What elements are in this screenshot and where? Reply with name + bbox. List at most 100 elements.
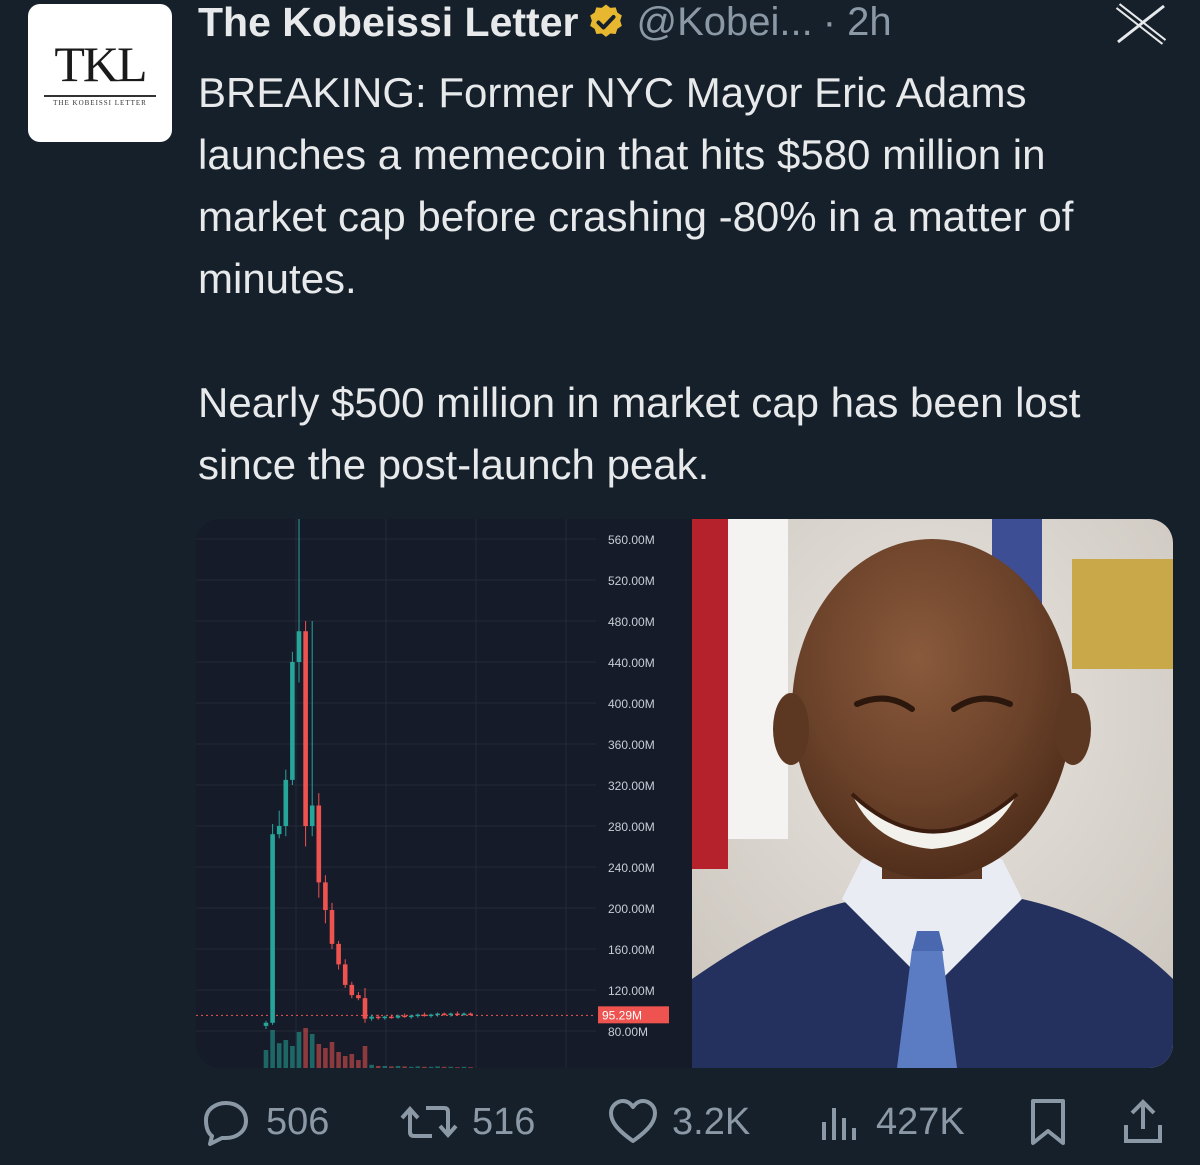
candle-body — [422, 1014, 427, 1017]
volume-bar — [270, 1030, 275, 1068]
share-icon — [1124, 1099, 1162, 1143]
volume-bar — [395, 1066, 401, 1068]
volume-bar — [303, 1028, 308, 1068]
candle-body — [408, 1015, 414, 1018]
candle-body — [455, 1013, 460, 1016]
volume-bar — [342, 1056, 348, 1068]
x-logo-icon[interactable] — [1112, 2, 1170, 46]
volume-bar — [428, 1066, 434, 1068]
volume-bar — [461, 1066, 467, 1068]
candle-body — [296, 631, 302, 662]
volume-bar — [422, 1066, 427, 1068]
candle-body — [369, 1016, 374, 1019]
candle-body — [349, 984, 355, 996]
y-tick-label: 360.00M — [608, 738, 655, 752]
y-tick-label: 120.00M — [608, 984, 655, 998]
volume-bar — [455, 1067, 460, 1068]
candle-body — [448, 1013, 454, 1016]
candle-body — [461, 1013, 467, 1016]
volume-bar — [362, 1046, 368, 1068]
candle-body — [276, 826, 282, 835]
tweet-media[interactable]: 560.00M 520.00M 480.00M 440.00M 400.00M 360.0… — [196, 519, 1173, 1068]
y-tick-label: 240.00M — [608, 861, 655, 875]
portrait-image — [692, 519, 1173, 1068]
y-tick-label: 400.00M — [608, 697, 655, 711]
candle-body — [323, 882, 328, 911]
volume-bar — [290, 1046, 295, 1068]
candle-body — [290, 662, 295, 780]
candle-body — [402, 1015, 407, 1018]
volume-bar — [263, 1050, 269, 1068]
author-name[interactable]: The Kobeissi Letter — [198, 0, 578, 46]
volume-bar — [415, 1066, 421, 1068]
candle-body — [389, 1016, 394, 1019]
volume-bar — [329, 1042, 335, 1068]
repost-count: 516 — [472, 1100, 536, 1143]
candle-body — [283, 779, 289, 826]
views-button[interactable]: 427K — [816, 1092, 965, 1152]
volume-bar — [435, 1066, 440, 1068]
candle-body — [303, 631, 308, 826]
reply-count: 506 — [266, 1100, 330, 1143]
volume-bar — [441, 1066, 447, 1068]
reply-button[interactable]: 506 — [196, 1092, 329, 1152]
bookmark-button[interactable] — [1026, 1092, 1082, 1152]
volume-bar — [296, 1032, 302, 1068]
avatar-subtitle: THE KOBEISSI LETTER — [53, 99, 147, 107]
candle-body — [441, 1013, 447, 1016]
bookmark-icon — [1031, 1099, 1065, 1145]
volume-bar — [375, 1066, 381, 1068]
candle-body — [342, 964, 348, 985]
volume-bar — [402, 1066, 407, 1068]
tweet-paragraph-1: BREAKING: Former NYC Mayor Eric Adams la… — [198, 69, 1074, 302]
volume-bar — [276, 1043, 282, 1068]
volume-bar — [408, 1066, 414, 1068]
heart-icon — [609, 1099, 657, 1143]
y-tick-label: 440.00M — [608, 656, 655, 670]
author-avatar[interactable]: TKL THE KOBEISSI LETTER — [28, 4, 172, 142]
tweet-header: The Kobeissi Letter @Kobei... · 2h — [198, 0, 892, 46]
candlestick-chart: 560.00M 520.00M 480.00M 440.00M 400.00M 360.0… — [196, 519, 669, 1068]
y-tick-label: 320.00M — [608, 779, 655, 793]
share-button[interactable] — [1120, 1092, 1178, 1152]
reply-icon — [204, 1101, 248, 1146]
candle-body — [309, 805, 315, 826]
candle-body — [375, 1016, 381, 1019]
current-price-label: 95.29M — [602, 1008, 642, 1022]
candle-body — [435, 1013, 440, 1016]
market-cap-chart[interactable]: 560.00M 520.00M 480.00M 440.00M 400.00M 360.0… — [196, 519, 692, 1068]
candle-body — [329, 910, 335, 944]
tweet-text: BREAKING: Former NYC Mayor Eric Adams la… — [198, 62, 1178, 496]
volume-bar — [316, 1044, 322, 1068]
y-tick-label: 80.00M — [608, 1025, 648, 1039]
y-tick-label: 560.00M — [608, 533, 655, 547]
volume-bar — [309, 1034, 315, 1068]
like-button[interactable]: 3.2K — [606, 1092, 750, 1152]
verified-badge-icon — [590, 4, 623, 37]
y-tick-label: 160.00M — [608, 943, 655, 957]
y-tick-label: 520.00M — [608, 574, 655, 588]
avatar-divider — [44, 95, 156, 97]
volume-bar — [448, 1066, 454, 1068]
tweet-timestamp[interactable]: · 2h — [823, 0, 892, 45]
avatar-monogram: TKL — [54, 36, 147, 92]
candle-body — [468, 1013, 473, 1016]
repost-button[interactable]: 516 — [398, 1092, 535, 1152]
volume-bar — [323, 1048, 328, 1068]
volume-bar — [283, 1040, 289, 1068]
candle-body — [270, 834, 275, 1023]
tweet-paragraph-2: Nearly $500 million in market cap has be… — [198, 379, 1081, 488]
author-handle[interactable]: @Kobei... — [636, 0, 812, 45]
repost-icon — [400, 1105, 458, 1139]
volume-bar — [349, 1054, 355, 1068]
candle-body — [316, 805, 322, 883]
portrait-photo[interactable] — [692, 519, 1173, 1068]
candle-body — [336, 943, 341, 965]
candle-body — [263, 1022, 269, 1026]
candle-body — [356, 995, 361, 999]
y-tick-label: 480.00M — [608, 615, 655, 629]
volume-bar — [356, 1060, 361, 1068]
candle-body — [395, 1015, 401, 1018]
volume-bar — [389, 1066, 394, 1068]
volume-bar — [468, 1067, 473, 1068]
